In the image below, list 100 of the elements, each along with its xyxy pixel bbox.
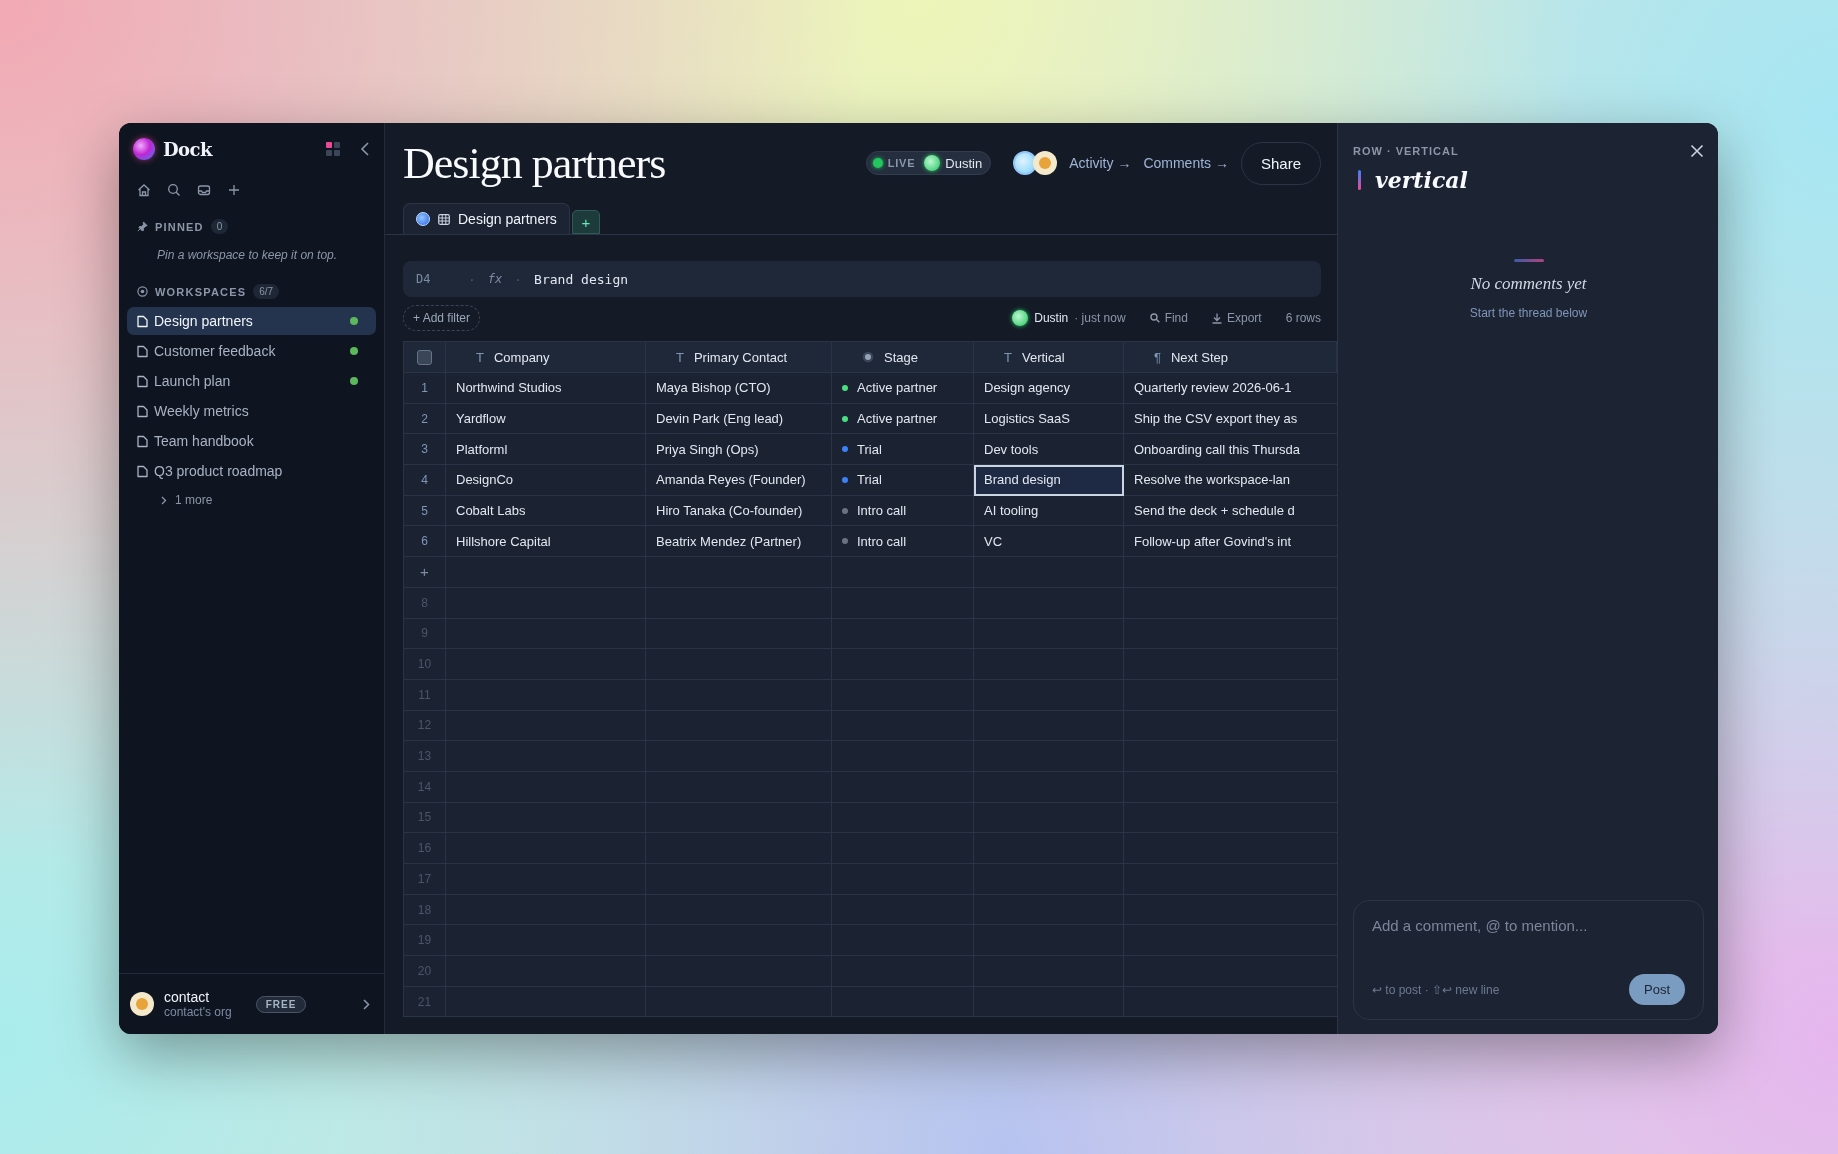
document-icon	[137, 434, 148, 448]
table-cell[interactable]: AI tooling	[974, 495, 1124, 527]
workspace-item[interactable]: Q3 product roadmap	[127, 457, 376, 485]
show-more-link[interactable]: 1 more	[127, 487, 213, 507]
target-icon	[137, 286, 148, 297]
table-cell[interactable]: Platforml	[446, 434, 646, 466]
shortcut-hint: ↩ to post · ⇧↩ new line	[1372, 982, 1500, 997]
table-cell[interactable]: DesignCo	[446, 465, 646, 496]
user-avatar	[1012, 310, 1029, 326]
empty-cell[interactable]	[646, 986, 832, 1018]
workspace-item[interactable]: Customer feedback	[127, 337, 376, 365]
export-button[interactable]: Export	[1211, 311, 1262, 325]
table-cell[interactable]: Hillshore Capital	[446, 526, 646, 558]
formula-bar[interactable]: D4 · fx · Brand design	[403, 261, 1321, 297]
fx-label: fx	[487, 272, 503, 286]
activity-link[interactable]: Activity →	[1069, 155, 1132, 171]
workspace-item[interactable]: Design partners	[127, 307, 376, 335]
table-cell[interactable]: Intro call	[832, 526, 974, 558]
close-icon[interactable]	[1690, 144, 1704, 158]
row-number: 4	[404, 465, 446, 496]
plan-badge: FREE	[255, 995, 307, 1013]
table-cell[interactable]: Yardflow	[446, 403, 646, 435]
empty-cell[interactable]	[446, 986, 646, 1018]
table-cell[interactable]: Active partner	[832, 403, 974, 435]
document-icon	[137, 464, 148, 478]
post-button[interactable]: Post	[1629, 974, 1685, 1005]
comment-box[interactable]: Add a comment, @ to mention... ↩ to post · ⇧↩ new line Post	[1353, 900, 1704, 1020]
column-header[interactable]: T Company	[446, 342, 646, 373]
empty-cell[interactable]	[832, 986, 974, 1018]
search-icon[interactable]	[167, 183, 181, 197]
empty-cell[interactable]	[974, 986, 1124, 1018]
presence-user: Dustin	[1034, 311, 1069, 325]
workspace-item[interactable]: Launch plan	[127, 367, 376, 395]
chevron-icon[interactable]	[363, 998, 370, 1010]
table-cell[interactable]: Priya Singh (Ops)	[646, 434, 832, 466]
home-icon[interactable]	[137, 183, 151, 197]
live-dot-icon	[872, 158, 883, 168]
table-cell[interactable]: Brand design	[974, 465, 1124, 496]
row-count: 6 rows	[1285, 311, 1321, 325]
find-button[interactable]: Find	[1149, 311, 1188, 325]
table-cell[interactable]: Trial	[832, 434, 974, 466]
accent-bar	[1358, 170, 1361, 190]
sheet-tab[interactable]: Design partners	[403, 203, 570, 234]
workspace-item[interactable]: Weekly metrics	[127, 397, 376, 425]
section-label: PINNED	[155, 220, 204, 233]
column-header[interactable]: T Primary Contact	[646, 342, 832, 373]
accent-line	[1513, 259, 1544, 262]
table-cell[interactable]: Beatrix Mendez (Partner)	[646, 526, 832, 558]
avatar	[1033, 151, 1058, 175]
stage-label: Trial	[857, 441, 882, 457]
section-label: WORKSPACES	[155, 285, 247, 298]
count-badge: 0	[210, 219, 229, 234]
document-icon	[137, 404, 148, 418]
row-number: 1	[404, 373, 446, 404]
add-icon[interactable]	[227, 183, 241, 197]
add-row-button[interactable]: +	[404, 557, 446, 588]
breadcrumb: ROW · VERTICAL	[1353, 145, 1459, 157]
chevron-icon	[161, 495, 167, 505]
account-org: contact's org	[164, 1005, 232, 1019]
row-number: 6	[404, 526, 446, 558]
add-tab-button[interactable]: +	[571, 210, 600, 234]
select-all-checkbox[interactable]	[417, 349, 432, 365]
column-header[interactable]: Stage	[832, 342, 974, 373]
stage-label: Intro call	[857, 503, 907, 519]
table-cell[interactable]: Design agency	[974, 373, 1124, 404]
download-icon	[1211, 312, 1222, 324]
stage-label: Trial	[857, 472, 882, 488]
workspace-item[interactable]: Team handbook	[127, 427, 376, 455]
row-number: 2	[404, 403, 446, 435]
table-cell[interactable]: Hiro Tanaka (Co-founder)	[646, 495, 832, 527]
collapse-icon[interactable]	[360, 142, 370, 156]
table-cell[interactable]: Logistics SaaS	[974, 403, 1124, 435]
grid-icon[interactable]	[326, 142, 340, 156]
table-cell[interactable]: Amanda Reyes (Founder)	[646, 465, 832, 496]
table-cell[interactable]: VC	[974, 526, 1124, 558]
user-name: Dustin	[945, 155, 983, 171]
empty-hint: Pin a workspace to keep it on top.	[156, 247, 339, 262]
avatar	[130, 992, 154, 1016]
table-cell[interactable]: Active partner	[832, 373, 974, 404]
table-cell[interactable]: Cobalt Labs	[446, 495, 646, 527]
app-name: Dock	[163, 138, 213, 160]
table-cell[interactable]: Northwind Studios	[446, 373, 646, 404]
table-cell[interactable]: Intro call	[832, 495, 974, 527]
page-title: Design partners	[403, 137, 666, 189]
live-label: LIVE	[887, 157, 916, 169]
count-badge: 6/7	[253, 284, 280, 299]
inbox-icon[interactable]	[197, 183, 211, 197]
separator-dot: ·	[514, 271, 523, 287]
search-icon	[1149, 313, 1160, 323]
table-cell[interactable]: Maya Bishop (CTO)	[646, 373, 832, 404]
empty-title: No comments yet	[1470, 274, 1587, 294]
cell-reference: D4	[416, 272, 432, 286]
panel-title: vertical	[1375, 167, 1468, 193]
row-number: 5	[404, 495, 446, 527]
document-icon	[137, 314, 148, 328]
document-icon	[137, 374, 148, 388]
separator-dot: ·	[468, 271, 476, 287]
column-header[interactable]: T Vertical	[974, 342, 1124, 373]
comments-link[interactable]: Comments →	[1143, 155, 1229, 171]
table-cell[interactable]: Devin Park (Eng lead)	[646, 403, 832, 435]
